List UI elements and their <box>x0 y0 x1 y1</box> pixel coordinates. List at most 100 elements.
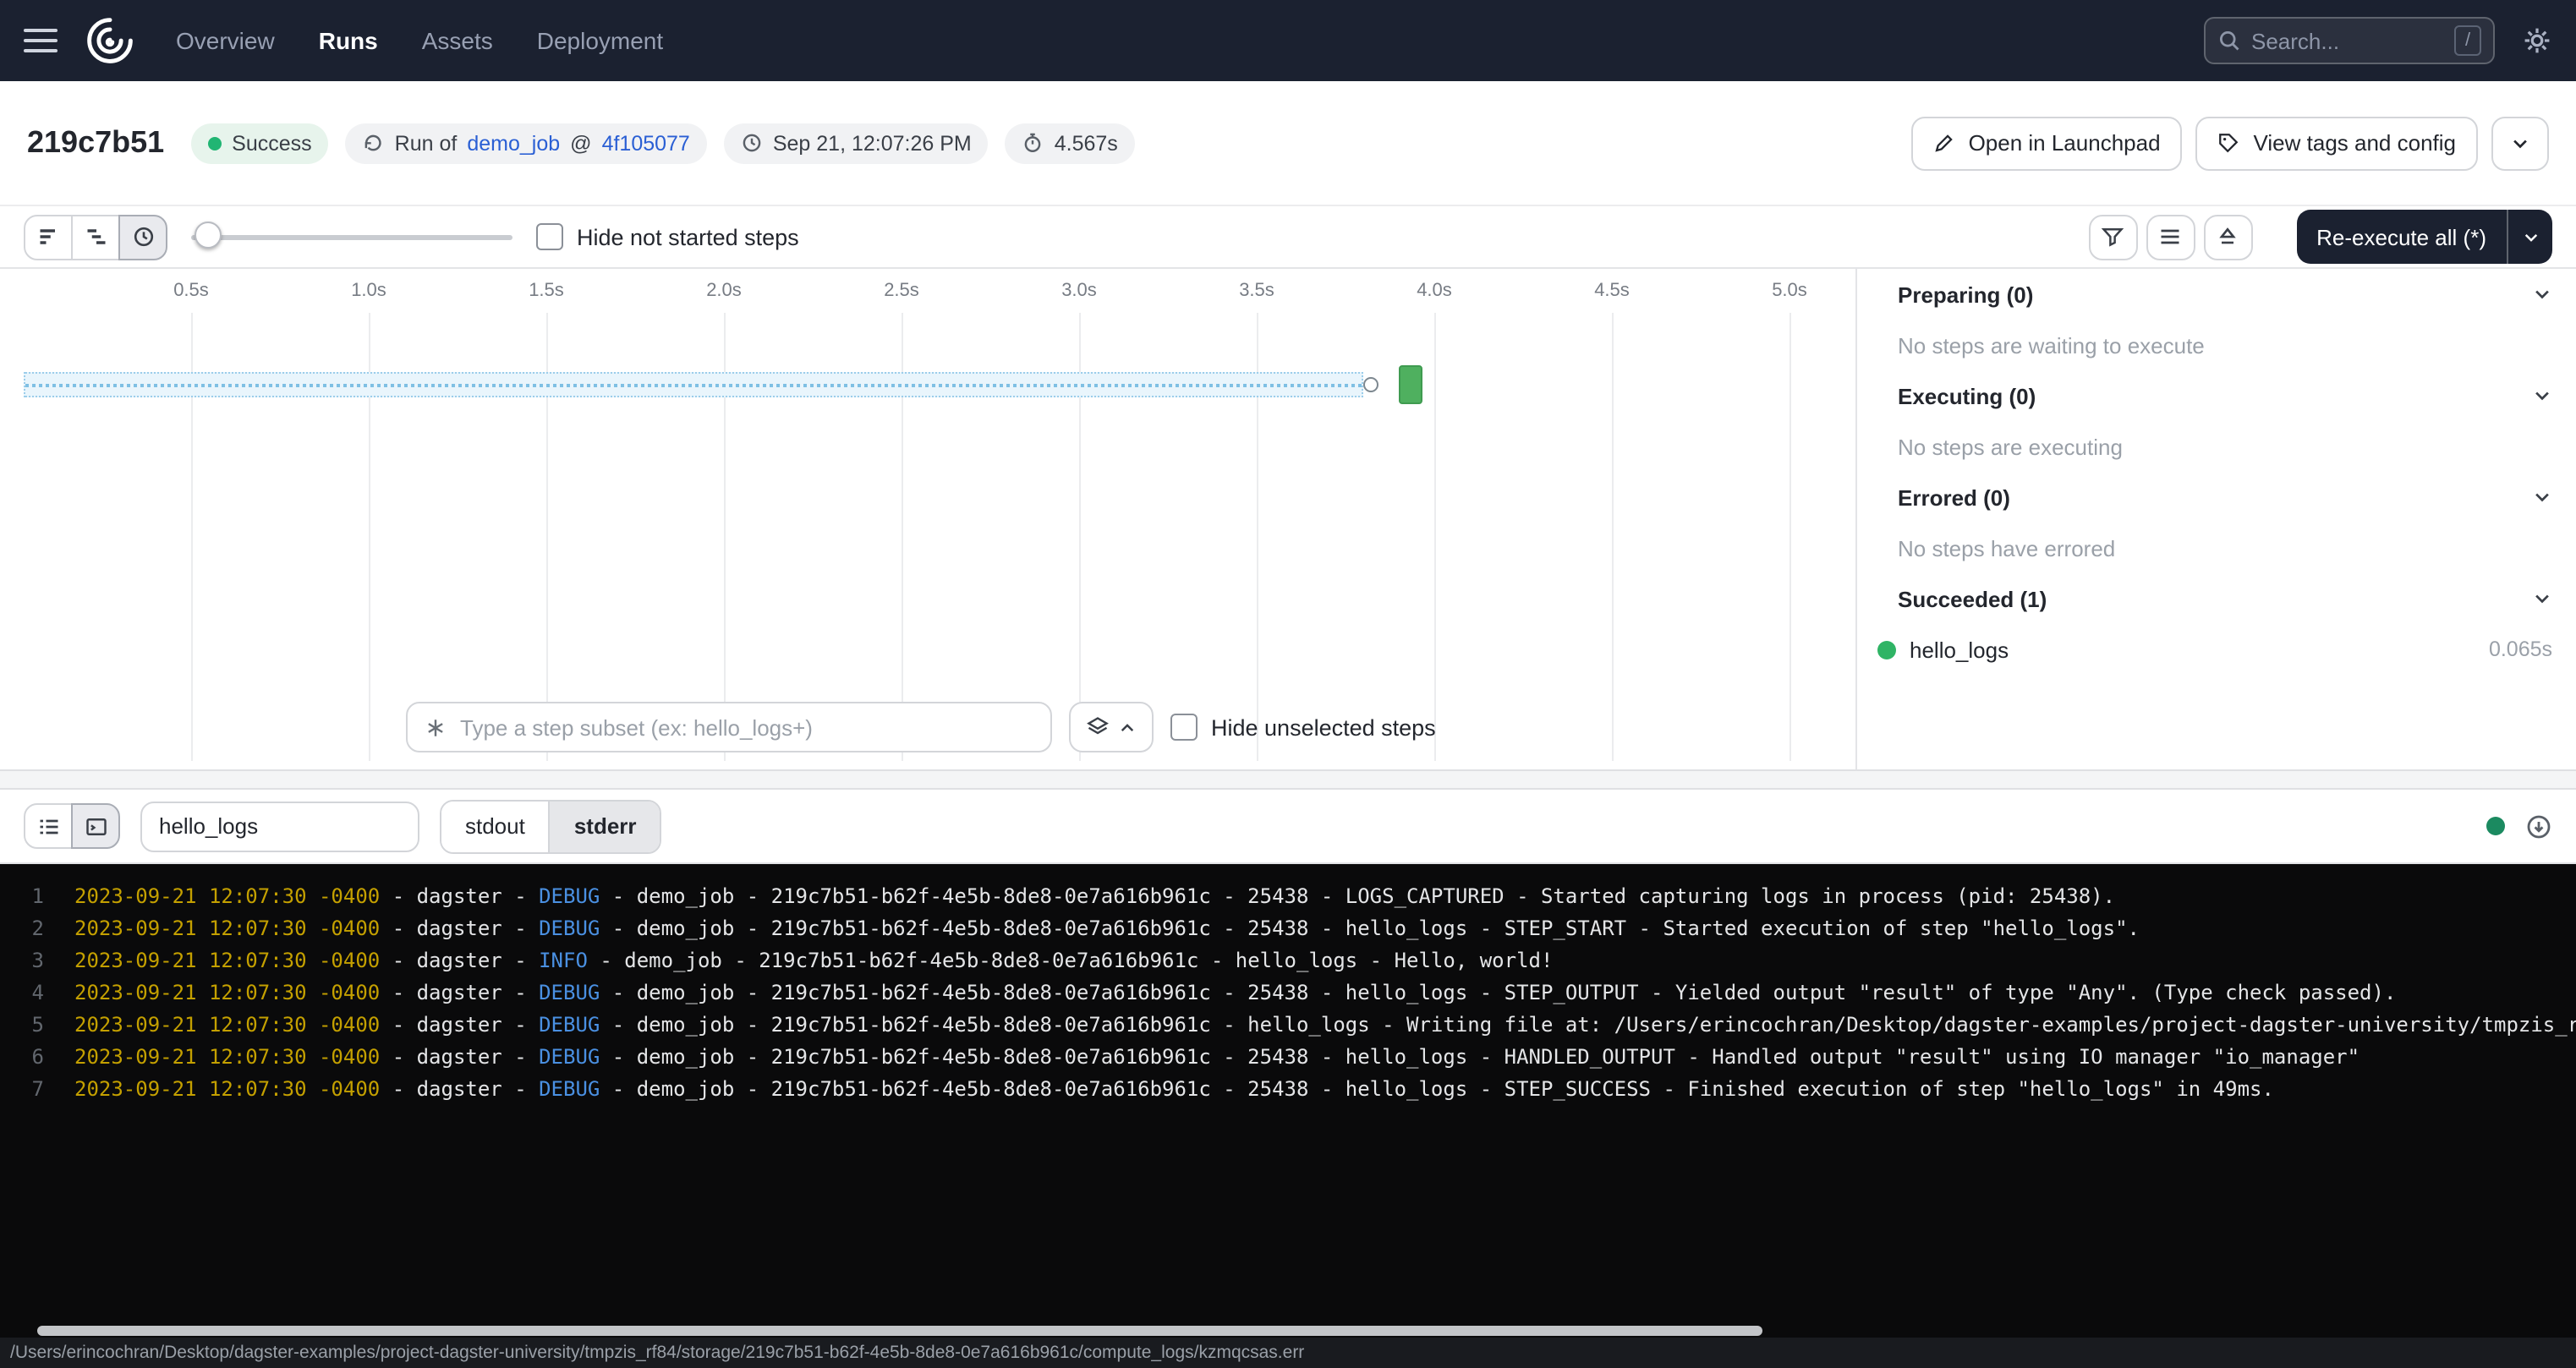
view-tags-config-button[interactable]: View tags and config <box>2196 116 2478 170</box>
succeeded-step-row[interactable]: hello_logs0.065s <box>1898 637 2552 662</box>
waterfall-view-button[interactable] <box>71 214 120 260</box>
structured-log-icon <box>36 814 60 838</box>
panel-section-title: Succeeded (1) <box>1898 586 2047 611</box>
gridline <box>1434 313 1436 761</box>
log-line: 12023-09-21 12:07:30 -0400 - dagster - D… <box>14 881 2576 913</box>
step-start-marker[interactable] <box>1363 377 1378 392</box>
timestamp-pill: Sep 21, 12:07:26 PM <box>724 123 989 163</box>
log-line-number: 6 <box>14 1042 44 1074</box>
filter-button[interactable] <box>2088 214 2137 260</box>
log-file-path: /Users/erincochran/Desktop/dagster-examp… <box>10 1343 1304 1363</box>
history-icon <box>363 132 385 154</box>
log-separator: - <box>600 1010 636 1042</box>
log-line: 32023-09-21 12:07:30 -0400 - dagster - I… <box>14 945 2576 977</box>
log-line-number: 5 <box>14 1010 44 1042</box>
job-link[interactable]: demo_job <box>467 131 560 155</box>
scrollbar-thumb[interactable] <box>37 1326 1762 1336</box>
nav-item-runs[interactable]: Runs <box>319 27 378 54</box>
panel-section-title: Errored (0) <box>1898 484 2010 510</box>
run-of-pill: Run of demo_job @ 4f105077 <box>346 123 707 163</box>
log-level: DEBUG <box>539 1042 600 1074</box>
waiting-dotted-line <box>25 384 1362 387</box>
view-tags-config-label: View tags and config <box>2254 130 2456 156</box>
menu-icon[interactable] <box>24 29 58 52</box>
log-message: demo_job - 219c7b51-b62f-4e5b-8de8-0e7a6… <box>637 1042 2360 1074</box>
log-timestamp: 2023-09-21 12:07:30 -0400 <box>74 945 380 977</box>
panel-section-header[interactable]: Errored (0) <box>1857 472 2576 523</box>
download-log-button[interactable] <box>2525 813 2552 840</box>
stopwatch-icon <box>1022 132 1044 154</box>
log-toolbar: hello_logs stdout stderr <box>0 790 2576 864</box>
status-badge: Success <box>191 123 329 163</box>
panel-splitter[interactable] <box>0 769 2576 790</box>
panel-section-header[interactable]: Preparing (0) <box>1857 269 2576 320</box>
reexecute-options-button[interactable] <box>2508 227 2552 246</box>
duration-pill: 4.567s <box>1006 123 1135 163</box>
panel-section-header[interactable]: Succeeded (1) <box>1857 573 2576 624</box>
layers-button[interactable] <box>1069 702 1154 752</box>
log-timestamp: 2023-09-21 12:07:30 -0400 <box>74 1010 380 1042</box>
header-actions: Open in Launchpad View tags and config <box>1911 116 2549 170</box>
chevron-down-icon <box>2532 588 2552 609</box>
zoom-slider-knob[interactable] <box>195 222 222 249</box>
chevron-up-icon <box>1118 718 1137 736</box>
panel-empty-text: No steps have errored <box>1857 523 2576 573</box>
log-horizontal-scrollbar <box>0 1324 2576 1338</box>
axis-tick-label: 1.0s <box>332 281 406 301</box>
tab-stdout[interactable]: stdout <box>441 801 549 851</box>
search-shortcut-key: / <box>2454 25 2481 56</box>
tab-stderr[interactable]: stderr <box>549 801 660 851</box>
commit-link[interactable]: 4f105077 <box>602 131 690 155</box>
more-actions-button[interactable] <box>2491 116 2549 170</box>
step-success-bar[interactable] <box>1399 365 1422 404</box>
nav-item-assets[interactable]: Assets <box>422 27 493 54</box>
status-label: Success <box>232 131 312 155</box>
search-placeholder: Search... <box>2251 28 2444 53</box>
status-dot-icon <box>208 136 222 150</box>
search-input[interactable]: Search... / <box>2204 17 2495 64</box>
step-selector-icon <box>425 716 447 738</box>
chevron-down-icon <box>2521 227 2540 246</box>
chevron-down-icon <box>2532 386 2552 406</box>
log-level: DEBUG <box>539 881 600 913</box>
structured-log-button[interactable] <box>24 803 73 849</box>
flat-view-button[interactable] <box>24 214 73 260</box>
hide-unselected-checkbox[interactable]: Hide unselected steps <box>1170 714 1436 741</box>
hide-not-started-checkbox[interactable]: Hide not started steps <box>536 223 799 250</box>
log-line-number: 7 <box>14 1074 44 1106</box>
log-line: 22023-09-21 12:07:30 -0400 - dagster - D… <box>14 913 2576 945</box>
step-name: hello_logs <box>1910 637 2475 662</box>
rows-button[interactable] <box>2146 214 2195 260</box>
reexecute-all-button[interactable]: Re-execute all (*) <box>2296 210 2552 264</box>
log-level: INFO <box>539 945 588 977</box>
log-line-number: 1 <box>14 881 44 913</box>
chevron-down-icon <box>2532 487 2552 507</box>
duration-view-button[interactable] <box>118 214 167 260</box>
log-separator: - <box>600 1074 636 1106</box>
hide-unselected-label: Hide unselected steps <box>1211 714 1436 740</box>
log-timestamp: 2023-09-21 12:07:30 -0400 <box>74 881 380 913</box>
run-id: 219c7b51 <box>27 125 164 161</box>
at-symbol: @ <box>570 131 591 155</box>
log-message: demo_job - 219c7b51-b62f-4e5b-8de8-0e7a6… <box>637 1074 2274 1106</box>
fit-button[interactable] <box>2203 214 2252 260</box>
raw-log-button[interactable] <box>71 803 120 849</box>
zoom-slider-track <box>191 235 512 240</box>
open-launchpad-label: Open in Launchpad <box>1969 130 2161 156</box>
log-view-mode-group <box>24 803 120 849</box>
step-waiting-bar[interactable] <box>24 372 1363 397</box>
log-step-filter-input[interactable]: hello_logs <box>140 801 419 851</box>
checkbox-box[interactable] <box>536 223 563 250</box>
open-launchpad-button[interactable]: Open in Launchpad <box>1911 116 2183 170</box>
step-success-dot-icon <box>1877 640 1896 659</box>
nav-item-overview[interactable]: Overview <box>176 27 275 54</box>
nav-item-deployment[interactable]: Deployment <box>537 27 663 54</box>
zoom-slider[interactable] <box>191 215 512 259</box>
checkbox-box[interactable] <box>1170 714 1198 741</box>
layers-icon <box>1086 715 1110 739</box>
panel-section-header[interactable]: Executing (0) <box>1857 370 2576 421</box>
dagster-logo-icon[interactable] <box>85 15 135 66</box>
log-output[interactable]: 12023-09-21 12:07:30 -0400 - dagster - D… <box>0 864 2576 1324</box>
step-subset-input[interactable]: Type a step subset (ex: hello_logs+) <box>406 702 1052 752</box>
settings-button[interactable] <box>2522 25 2552 56</box>
